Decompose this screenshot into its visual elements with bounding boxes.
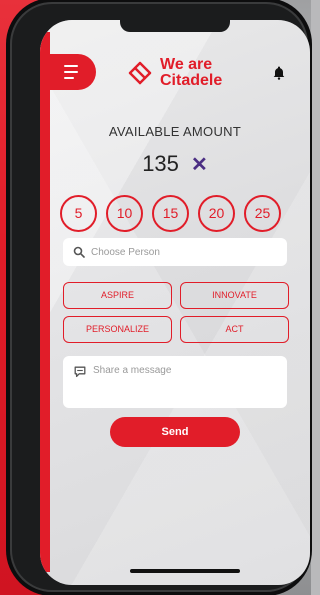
send-button[interactable]: Send xyxy=(110,417,240,447)
value-button-innovate[interactable]: INNOVATE xyxy=(180,282,289,309)
brand-name: We are Citadele xyxy=(160,57,222,89)
amount-options: 5 10 15 20 25 xyxy=(60,195,310,232)
share-message-field[interactable]: Share a message xyxy=(63,356,287,408)
menu-icon-line xyxy=(64,71,78,73)
available-amount-label: AVAILABLE AMOUNT xyxy=(108,124,242,139)
home-indicator[interactable] xyxy=(130,569,240,573)
citadele-logo-icon xyxy=(128,61,152,85)
brand-line-1: We are xyxy=(160,56,213,73)
brand-logo: We are Citadele xyxy=(126,48,222,98)
menu-icon xyxy=(64,65,78,67)
available-amount-value: 135 xyxy=(142,151,179,176)
amount-option[interactable]: 5 xyxy=(60,195,97,232)
close-icon[interactable]: ✕ xyxy=(191,154,208,176)
amount-option[interactable]: 15 xyxy=(152,195,189,232)
brand-line-2: Citadele xyxy=(160,72,223,89)
app-header: We are Citadele xyxy=(40,48,310,108)
value-button-personalize[interactable]: PERSONALIZE xyxy=(63,316,172,343)
available-amount-row: 135 ✕ xyxy=(40,151,310,177)
choose-person-input[interactable]: Choose Person xyxy=(63,238,287,266)
phone-notch xyxy=(120,20,230,32)
message-icon xyxy=(74,366,86,378)
bell-icon[interactable] xyxy=(273,66,285,80)
side-accent-strip xyxy=(40,32,50,572)
search-icon xyxy=(73,246,85,258)
amount-option[interactable]: 25 xyxy=(244,195,281,232)
share-message-placeholder: Share a message xyxy=(93,365,172,376)
menu-button[interactable] xyxy=(44,54,96,90)
amount-option[interactable]: 10 xyxy=(106,195,143,232)
menu-icon-line xyxy=(64,77,74,79)
app-screen: We are Citadele AVAILABLE AMOUNT 135 ✕ 5… xyxy=(40,20,310,585)
amount-option[interactable]: 20 xyxy=(198,195,235,232)
value-button-aspire[interactable]: ASPIRE xyxy=(63,282,172,309)
value-button-act[interactable]: ACT xyxy=(180,316,289,343)
choose-person-placeholder: Choose Person xyxy=(91,246,160,258)
phone-frame: We are Citadele AVAILABLE AMOUNT 135 ✕ 5… xyxy=(10,2,310,592)
